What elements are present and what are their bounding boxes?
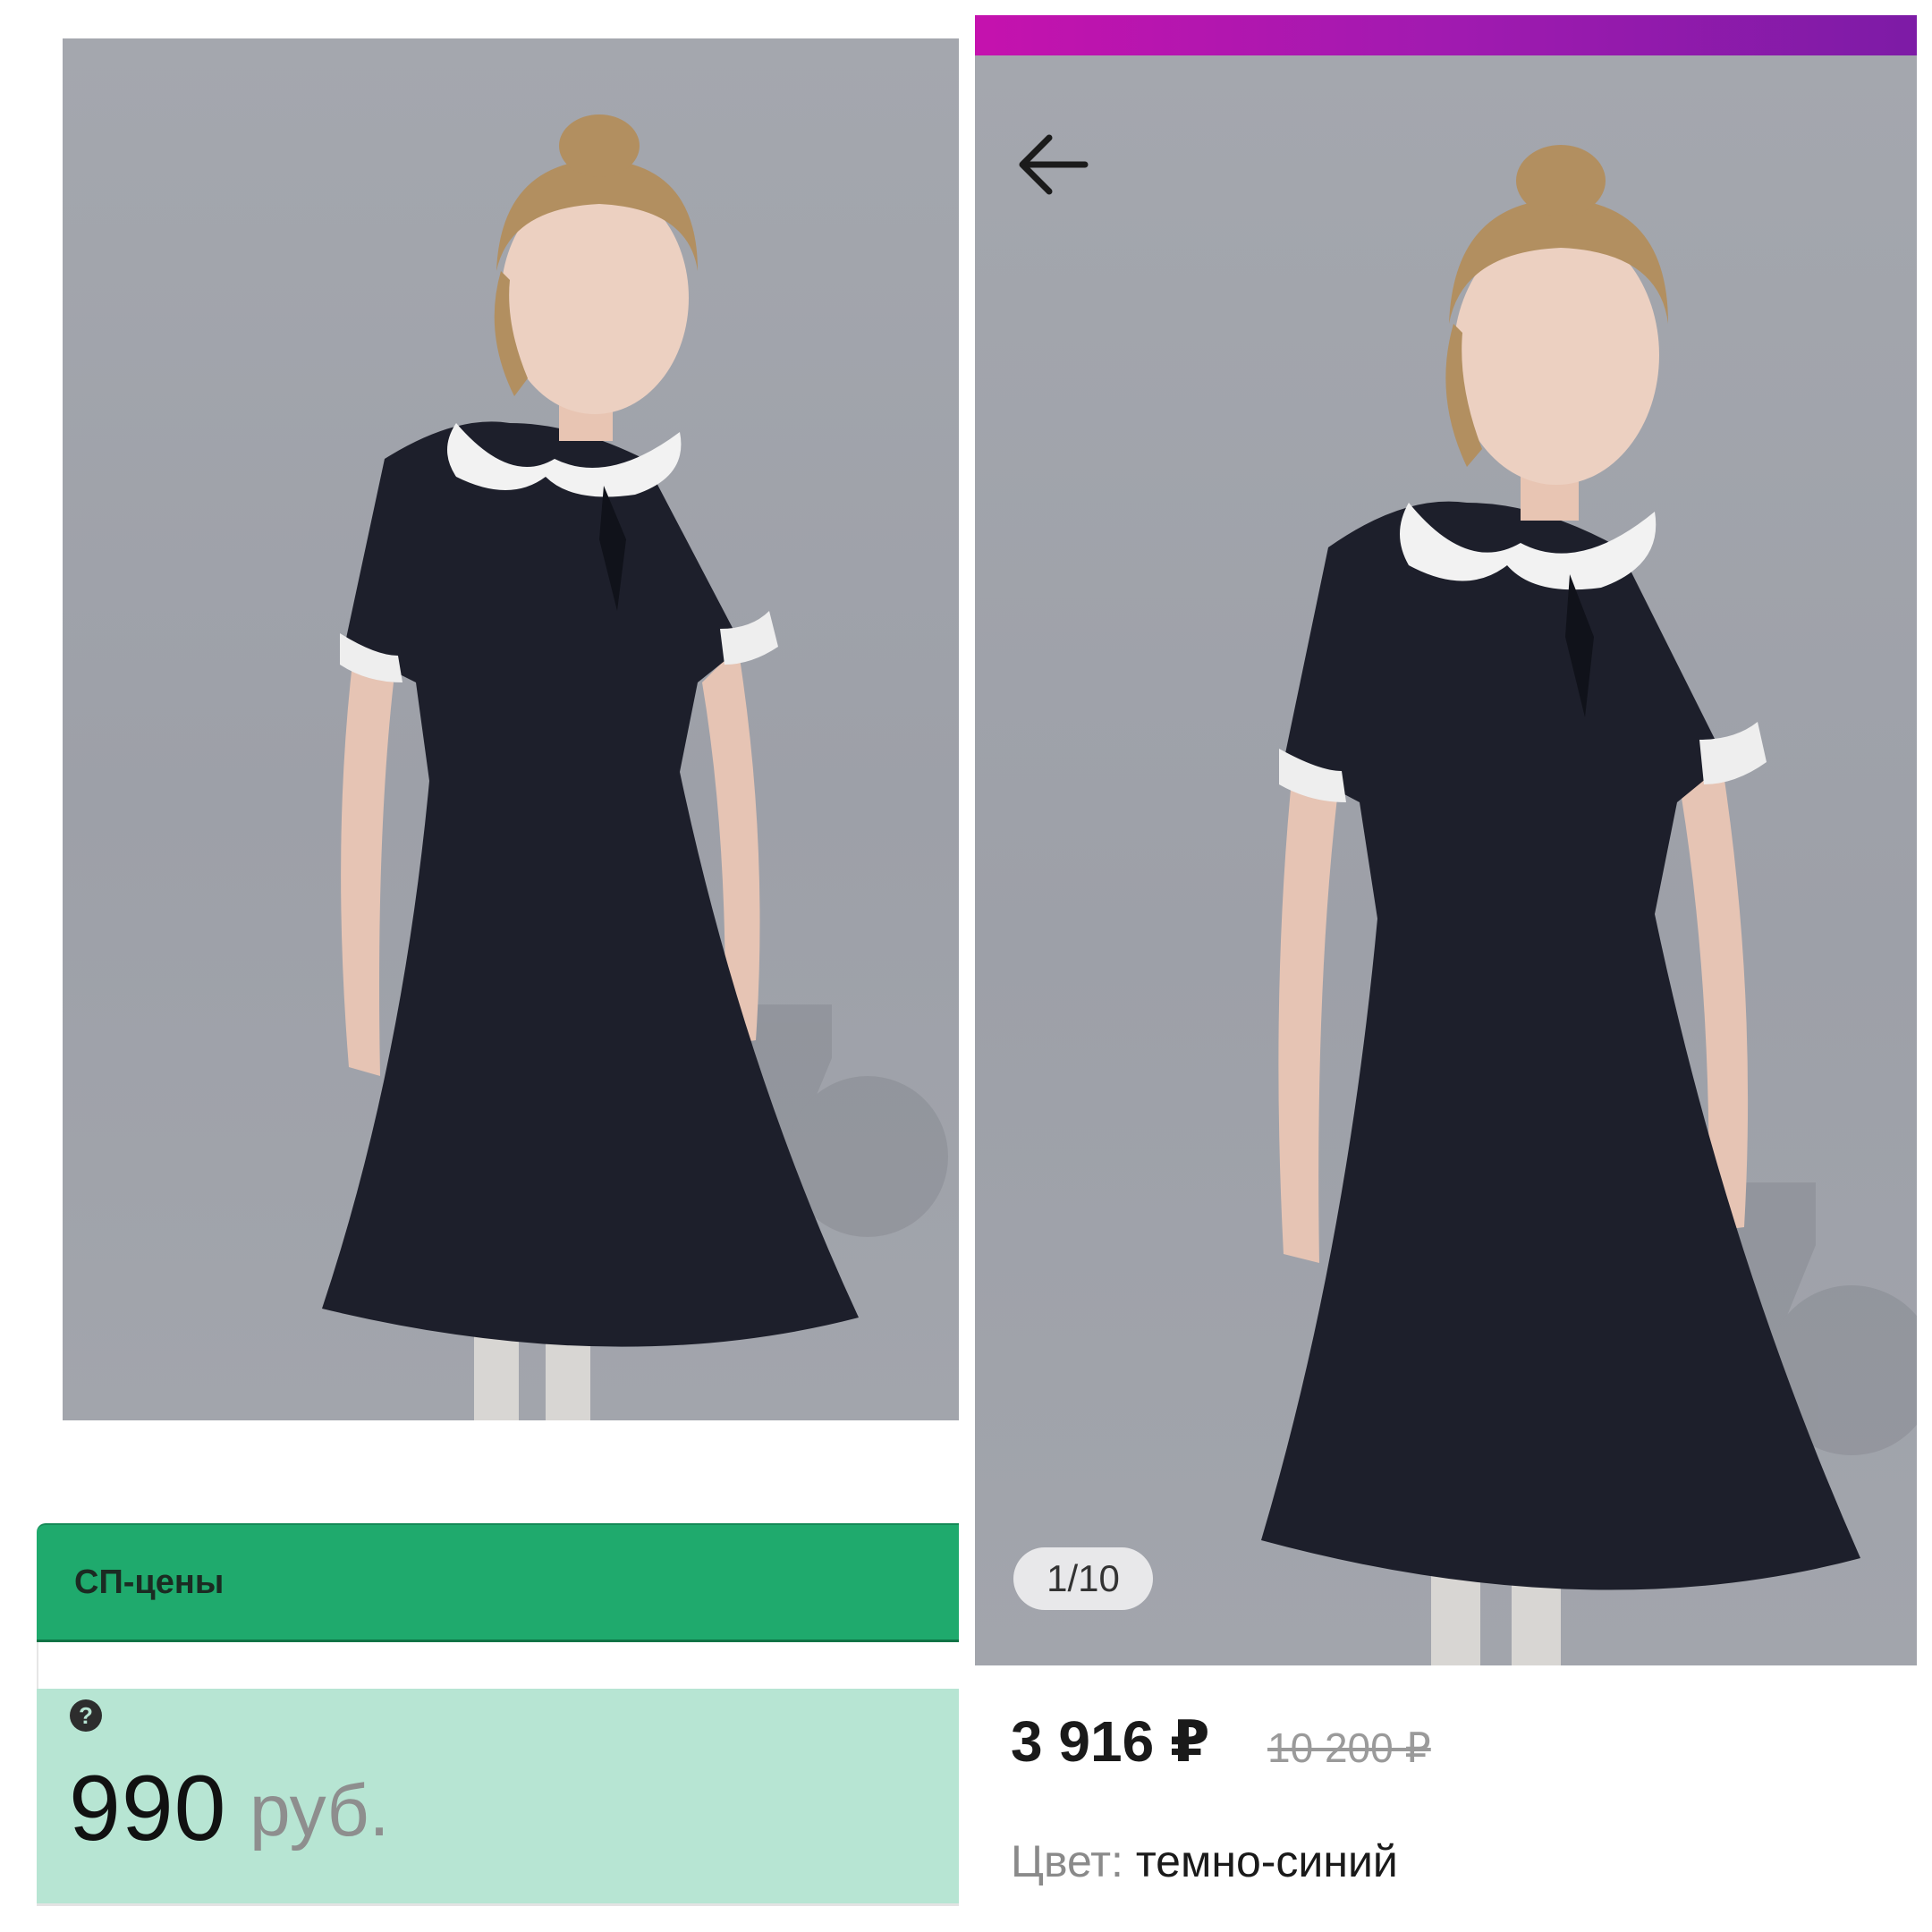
product-photo-left [63,38,959,1420]
product-photo-right[interactable] [975,55,1917,1665]
color-value: темно-синий [1135,1836,1398,1886]
back-button[interactable] [1009,120,1098,209]
sp-price-box: ? 990 руб. [37,1689,959,1903]
question-circle-icon[interactable]: ? [69,1699,103,1733]
old-price: 10 200 ₽ [1267,1724,1431,1771]
sp-price-value: 990 [69,1757,227,1860]
app-top-bar [975,15,1917,56]
image-counter: 1/10 [1013,1547,1153,1610]
sp-prices-label: СП-цены [74,1563,225,1601]
sp-prices-header: СП-цены [37,1523,959,1642]
color-label: Цвет: [1011,1836,1136,1886]
arrow-left-icon [1019,134,1089,195]
svg-text:?: ? [79,1702,93,1729]
color-row: Цвет: темно-синий [1011,1835,1398,1887]
girl-in-dress-illustration-large [1261,145,1917,1665]
girl-in-dress-illustration [322,114,948,1420]
spacer [37,1642,959,1689]
sp-price-unit: руб. [250,1770,390,1852]
divider [37,1903,959,1906]
current-price: 3 916 ₽ [1011,1709,1210,1774]
